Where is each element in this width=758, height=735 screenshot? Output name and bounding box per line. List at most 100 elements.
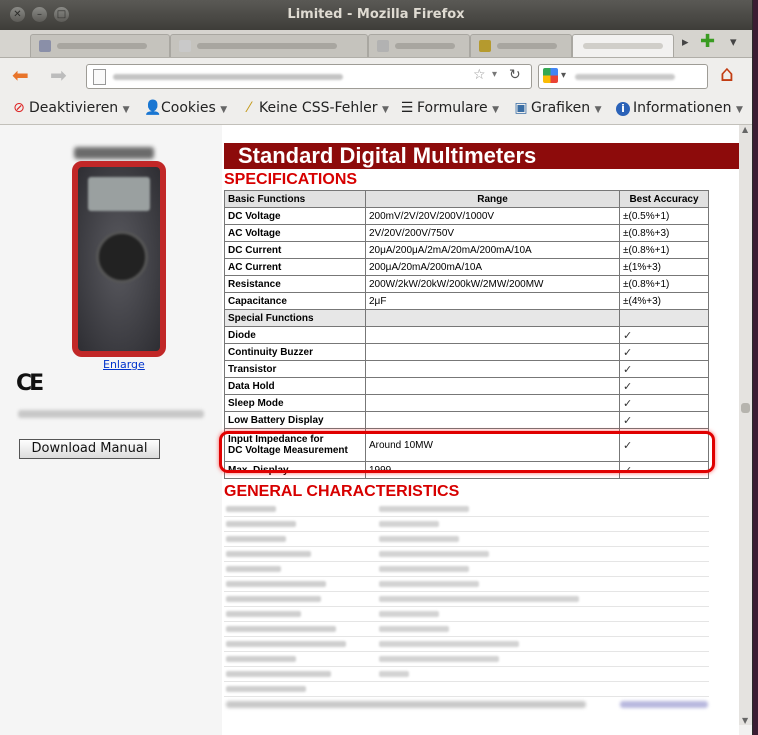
function-cell: AC Voltage xyxy=(224,224,366,242)
table-row: Resistance 200W/2kW/20kW/200kW/2MW/200MW ±… xyxy=(224,275,709,293)
download-manual-button[interactable]: Download Manual xyxy=(19,439,160,459)
list-item xyxy=(224,562,709,577)
column-header: Best Accuracy xyxy=(619,190,709,208)
list-item xyxy=(224,622,709,637)
function-cell: AC Current xyxy=(224,258,366,276)
highlight-annotation xyxy=(219,431,715,473)
chevron-down-icon: ▼ xyxy=(220,105,228,115)
range-cell: 200μA/20mA/200mA/10A xyxy=(365,258,620,276)
forward-arrow-icon[interactable]: ➡ xyxy=(50,63,67,87)
function-cell: Data Hold xyxy=(224,377,366,395)
accuracy-cell: ±(1%+3) xyxy=(619,258,709,276)
url-dropdown-icon[interactable]: ▾ xyxy=(492,69,497,80)
table-row: Continuity Buzzer ✓ xyxy=(224,343,709,361)
favicon-icon xyxy=(39,40,51,52)
product-model-label xyxy=(74,147,154,159)
table-header-row: Basic Functions Range Best Accuracy xyxy=(224,190,709,208)
browser-tab[interactable] xyxy=(170,34,368,57)
chevron-down-icon: ▼ xyxy=(122,105,130,115)
active-browser-tab[interactable] xyxy=(572,34,674,57)
table-row: Sleep Mode ✓ xyxy=(224,394,709,412)
google-icon xyxy=(543,68,558,83)
section-row: Special Functions xyxy=(224,309,709,327)
browser-tab[interactable] xyxy=(470,34,572,57)
url-bar[interactable]: ☆ ▾ ↻ xyxy=(86,64,532,89)
list-item xyxy=(224,682,709,697)
favicon-icon xyxy=(479,40,491,52)
function-cell: Sleep Mode xyxy=(224,394,366,412)
table-row: Diode ✓ xyxy=(224,326,709,344)
table-row: DC Voltage 200mV/2V/20V/200V/1000V ±(0.5%+… xyxy=(224,207,709,225)
accuracy-cell: ±(0.8%+3) xyxy=(619,224,709,242)
function-cell: DC Current xyxy=(224,241,366,259)
favicon-icon xyxy=(179,40,191,52)
ce-mark: CE xyxy=(16,371,44,396)
range-cell xyxy=(365,377,620,395)
empty-cell xyxy=(619,309,709,327)
list-item xyxy=(224,517,709,532)
toolbar-item-cookies[interactable]: 👤Cookies ▼ xyxy=(144,100,227,116)
bookmark-star-icon[interactable]: ☆ xyxy=(473,67,486,83)
accuracy-cell: ±(4%+3) xyxy=(619,292,709,310)
column-header: Range xyxy=(365,190,620,208)
range-cell: 20μA/200μA/2mA/20mA/200mA/10A xyxy=(365,241,620,259)
function-cell: Transistor xyxy=(224,360,366,378)
back-arrow-icon[interactable]: ⬅ xyxy=(12,63,29,87)
tab-bar: ▸ ✚ ▾ xyxy=(0,30,752,58)
form-icon: ☰ xyxy=(400,100,414,116)
toolbar-item-informationen[interactable]: i Informationen ▼ xyxy=(616,100,743,116)
range-cell xyxy=(365,326,620,344)
web-page: Enlarge CE Download Manual Standard Digi… xyxy=(0,125,739,735)
general-characteristics-table xyxy=(224,502,709,697)
function-cell: Capacitance xyxy=(224,292,366,310)
column-header: Basic Functions xyxy=(224,190,366,208)
chevron-down-icon: ▼ xyxy=(735,105,743,115)
range-cell: 2V/20V/200V/750V xyxy=(365,224,620,242)
function-cell: Resistance xyxy=(224,275,366,293)
scrollbar-thumb[interactable] xyxy=(741,403,750,413)
tab-list-icon[interactable]: ▾ xyxy=(730,35,737,50)
no-entry-icon: ⊘ xyxy=(13,100,25,116)
empty-cell xyxy=(365,309,620,327)
reload-icon[interactable]: ↻ xyxy=(509,67,521,83)
list-item xyxy=(224,502,709,517)
section-heading-cell: Special Functions xyxy=(224,309,366,327)
check-icon: ✓ xyxy=(619,377,709,395)
table-row: AC Current 200μA/20mA/200mA/10A ±(1%+3) xyxy=(224,258,709,276)
function-cell: DC Voltage xyxy=(224,207,366,225)
search-bar[interactable]: ▾ xyxy=(538,64,708,89)
range-cell: 2μF xyxy=(365,292,620,310)
list-item xyxy=(224,547,709,562)
chevron-down-icon: ▼ xyxy=(594,105,602,115)
info-icon: i xyxy=(616,102,630,116)
function-cell: Diode xyxy=(224,326,366,344)
browser-tab[interactable] xyxy=(30,34,170,57)
tab-scroll-right-icon[interactable]: ▸ xyxy=(682,35,689,50)
check-icon: ✓ xyxy=(619,343,709,361)
search-engine-dropdown-icon[interactable]: ▾ xyxy=(561,70,566,81)
function-cell: Continuity Buzzer xyxy=(224,343,366,361)
title-bar: ✕ – □ Limited - Mozilla Firefox xyxy=(0,0,752,30)
home-icon[interactable]: ⌂ xyxy=(720,62,734,87)
vertical-scrollbar[interactable]: ▲ ▼ xyxy=(739,125,752,725)
page-icon xyxy=(93,69,106,85)
toolbar-item-formulare[interactable]: ☰ Formulare ▼ xyxy=(400,100,499,116)
list-item xyxy=(224,577,709,592)
browser-tab[interactable] xyxy=(368,34,470,57)
multimeter-image xyxy=(72,161,166,357)
chevron-down-icon: ▼ xyxy=(382,105,389,115)
toolbar-item-keine-css-fehler[interactable]: ⁄ Keine CSS-Fehler ▼ xyxy=(242,100,389,116)
enlarge-link[interactable]: Enlarge xyxy=(103,358,145,371)
page-banner: Standard Digital Multimeters xyxy=(224,143,739,169)
table-row: Low Battery Display ✓ xyxy=(224,411,709,429)
new-tab-icon[interactable]: ✚ xyxy=(700,31,715,52)
range-cell xyxy=(365,360,620,378)
check-icon: ✓ xyxy=(619,394,709,412)
toolbar-item-grafiken[interactable]: ▣ Grafiken ▼ xyxy=(514,100,601,116)
toolbar-item-deaktivieren[interactable]: ⊘ Deaktivieren ▼ xyxy=(12,100,130,116)
table-row: Capacitance 2μF ±(4%+3) xyxy=(224,292,709,310)
scroll-down-icon[interactable]: ▼ xyxy=(742,716,748,725)
table-row: Data Hold ✓ xyxy=(224,377,709,395)
range-cell: 200mV/2V/20V/200V/1000V xyxy=(365,207,620,225)
scroll-up-icon[interactable]: ▲ xyxy=(742,125,748,134)
